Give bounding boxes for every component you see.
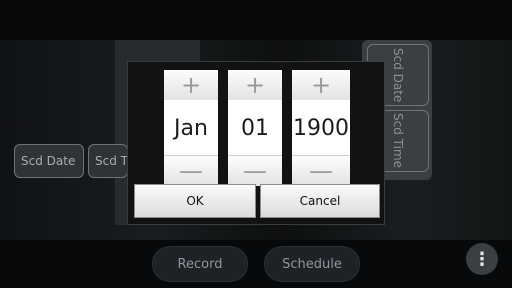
month-decrement-button[interactable]: — [164,155,218,186]
year-picker: + 1900 — [292,70,350,186]
date-picker-dialog: + Jan — + 01 — + 1900 — OK Cancel [127,61,385,225]
day-decrement-button[interactable]: — [228,155,282,186]
scd-time-field[interactable]: Scd Time [88,144,128,178]
scd-date-field[interactable]: Scd Date [14,144,84,178]
ok-button[interactable]: OK [134,184,256,218]
record-button[interactable]: Record [152,246,248,282]
day-increment-button[interactable]: + [228,70,282,101]
month-value[interactable]: Jan [164,100,218,156]
overflow-menu-icon[interactable]: ⋮ [466,243,498,275]
month-picker: + Jan — [164,70,218,186]
year-increment-button[interactable]: + [292,70,350,101]
year-value[interactable]: 1900 [292,100,350,156]
day-picker: + 01 — [228,70,282,186]
cancel-button[interactable]: Cancel [260,184,380,218]
month-increment-button[interactable]: + [164,70,218,101]
day-value[interactable]: 01 [228,100,282,156]
year-decrement-button[interactable]: — [292,155,350,186]
schedule-button[interactable]: Schedule [264,246,360,282]
